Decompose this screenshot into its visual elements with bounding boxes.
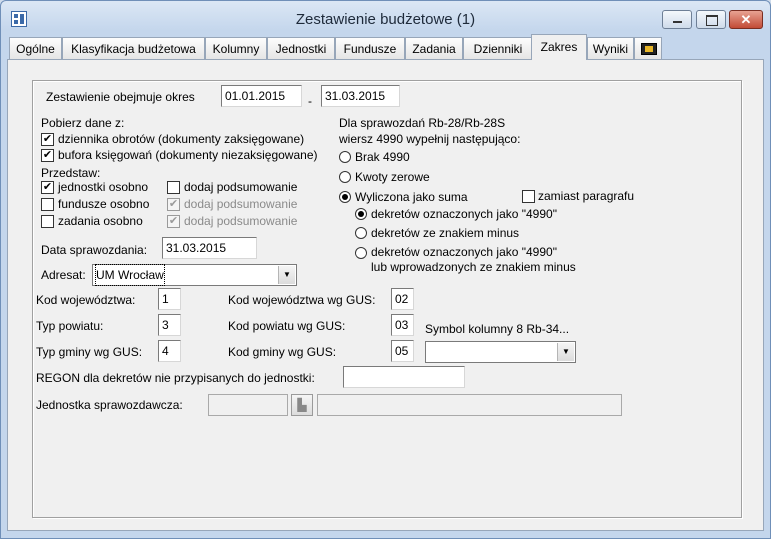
tab-ogolne[interactable]: Ogólne (9, 37, 62, 59)
tab-content-zakres: Zestawienie obejmuje okres 01.01.2015 - … (7, 59, 764, 531)
typ-powiatu-label: Typ powiatu: (36, 319, 104, 333)
kod-woj-label: Kod województwa: (36, 293, 136, 307)
main-window: Zestawienie budżetowe (1) ✕ Ogólne Klasy… (0, 0, 771, 539)
bufor-label: bufora księgowań (dokumenty niezaksięgow… (58, 148, 318, 162)
kwoty-zerowe-radio[interactable] (339, 171, 351, 183)
symbol-kolumny-select[interactable]: ▼ (425, 341, 576, 363)
brak-4990-radio[interactable] (339, 151, 351, 163)
typ-gminy-label: Typ gminy wg GUS: (36, 345, 143, 359)
building-icon: ▙ (297, 398, 307, 412)
kod-woj-gus-input[interactable]: 02 (391, 288, 414, 310)
report-date-input[interactable]: 31.03.2015 (162, 237, 257, 259)
minimize-button[interactable] (662, 10, 692, 29)
tab-wyniki[interactable]: Wyniki (587, 37, 634, 59)
adresat-value: UM Wrocław (95, 264, 165, 286)
tab-kolumny[interactable]: Kolumny (205, 37, 267, 59)
zadania-sum-checkbox[interactable]: ✔ (167, 215, 180, 228)
kod-powiatu-gus-label: Kod powiatu wg GUS: (228, 319, 346, 333)
reporting-unit-label: Jednostka sprawozdawcza: (36, 398, 183, 412)
sub-4990-or-minus-radio[interactable] (355, 247, 367, 259)
zadania-label: zadania osobno (58, 214, 143, 228)
title-bar[interactable]: Zestawienie budżetowe (1) ✕ (1, 1, 770, 37)
jednostki-checkbox[interactable]: ✔ (41, 181, 54, 194)
bufor-checkbox[interactable]: ✔ (41, 149, 54, 162)
jednostki-sum-label: dodaj podsumowanie (184, 180, 298, 194)
window-title: Zestawienie budżetowe (1) (295, 11, 476, 28)
maximize-button[interactable] (696, 10, 726, 29)
reporting-unit-picker-button[interactable]: ▙ (291, 394, 313, 416)
kod-gminy-gus-input[interactable]: 05 (391, 340, 414, 362)
kod-woj-input[interactable]: 1 (158, 288, 181, 310)
chevron-down-icon[interactable]: ▼ (557, 343, 574, 361)
jednostki-label: jednostki osobno (58, 180, 149, 194)
fundusze-sum-checkbox[interactable]: ✔ (167, 198, 180, 211)
zamiast-paragrafu-checkbox[interactable] (522, 190, 535, 203)
sub-4990-or-minus-label-2: lub wprowadzonych ze znakiem minus (371, 260, 576, 274)
source-label: Pobierz dane z: (41, 116, 125, 130)
typ-powiatu-input[interactable]: 3 (158, 314, 181, 336)
sub-4990-or-minus-label: dekretów oznaczonych jako "4990" (371, 245, 557, 259)
regon-input[interactable] (343, 366, 465, 388)
fundusze-sum-label: dodaj podsumowanie (184, 197, 298, 211)
jednostki-sum-checkbox[interactable] (167, 181, 180, 194)
adresat-label: Adresat: (41, 268, 86, 282)
sub-4990-label: dekretów oznaczonych jako "4990" (371, 207, 557, 221)
brak-4990-label: Brak 4990 (355, 150, 410, 164)
minimize-icon (673, 21, 682, 23)
sub-minus-radio[interactable] (355, 227, 367, 239)
tab-zakres[interactable]: Zakres (531, 34, 587, 60)
period-from-input[interactable]: 01.01.2015 (221, 85, 302, 107)
fundusze-checkbox[interactable] (41, 198, 54, 211)
film-icon (641, 43, 657, 55)
zadania-sum-label: dodaj podsumowanie (184, 214, 298, 228)
chevron-down-icon[interactable]: ▼ (278, 266, 295, 284)
zadania-checkbox[interactable] (41, 215, 54, 228)
tab-jednostki[interactable]: Jednostki (267, 37, 335, 59)
wyliczona-radio[interactable] (339, 191, 351, 203)
kod-woj-gus-label: Kod województwa wg GUS: (228, 293, 376, 307)
kod-powiatu-gus-input[interactable]: 03 (391, 314, 414, 336)
typ-gminy-input[interactable]: 4 (158, 340, 181, 362)
adresat-select[interactable]: UM Wrocław ▼ (92, 264, 297, 286)
tab-klasyfikacja[interactable]: Klasyfikacja budżetowa (62, 37, 205, 59)
maximize-icon (706, 15, 718, 26)
tab-strip: Ogólne Klasyfikacja budżetowa Kolumny Je… (9, 34, 766, 60)
rb-header-2: wiersz 4990 wypełnij następująco: (339, 132, 521, 146)
reporting-unit-code-input[interactable] (208, 394, 288, 416)
reporting-unit-name-input[interactable] (317, 394, 622, 416)
kod-gminy-gus-label: Kod gminy wg GUS: (228, 345, 337, 359)
period-to-input[interactable]: 31.03.2015 (321, 85, 400, 107)
close-icon: ✕ (740, 12, 752, 27)
tab-dzienniki[interactable]: Dzienniki (463, 37, 533, 59)
wyliczona-label: Wyliczona jako suma (355, 190, 468, 204)
period-separator: - (308, 94, 312, 108)
rb-header-1: Dla sprawozdań Rb-28/Rb-28S (339, 116, 506, 130)
sub-minus-label: dekretów ze znakiem minus (371, 226, 520, 240)
report-date-label: Data sprawozdania: (41, 243, 148, 257)
fundusze-label: fundusze osobno (58, 197, 150, 211)
present-label: Przedstaw: (41, 166, 101, 180)
symbol-kolumny-label: Symbol kolumny 8 Rb-34... (425, 322, 570, 336)
tab-zadania[interactable]: Zadania (405, 37, 463, 59)
zamiast-paragrafu-label: zamiast paragrafu (538, 189, 635, 203)
sub-4990-radio[interactable] (355, 208, 367, 220)
tab-fundusze[interactable]: Fundusze (335, 37, 405, 59)
dziennik-label: dziennika obrotów (dokumenty zaksięgowan… (58, 132, 305, 146)
close-button[interactable]: ✕ (729, 10, 763, 29)
period-label: Zestawienie obejmuje okres (46, 90, 195, 104)
regon-label: REGON dla dekretów nie przypisanych do j… (36, 371, 315, 385)
tab-film[interactable] (634, 37, 662, 59)
dziennik-checkbox[interactable]: ✔ (41, 133, 54, 146)
kwoty-zerowe-label: Kwoty zerowe (355, 170, 430, 184)
